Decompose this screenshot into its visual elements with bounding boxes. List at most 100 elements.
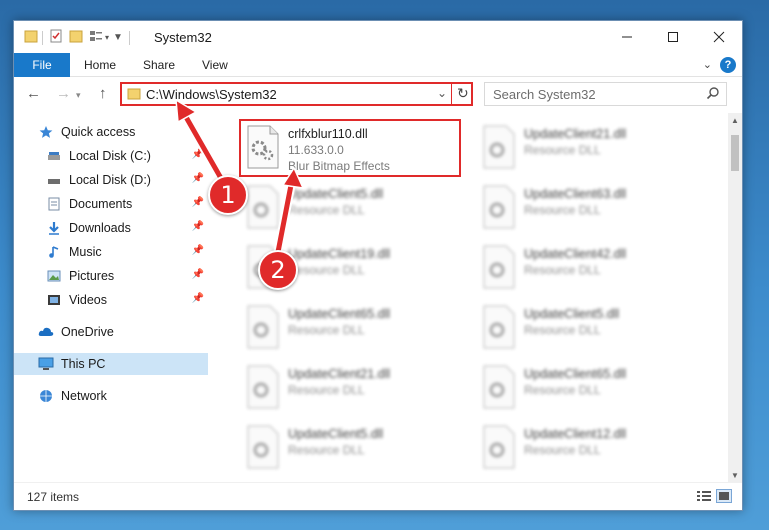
file-type: Resource DLL <box>524 383 601 397</box>
file-item[interactable]: UpdateClient5.dll Resource DLL <box>474 299 702 359</box>
documents-icon <box>46 197 62 211</box>
view-options-icon[interactable] <box>89 29 103 46</box>
file-name: UpdateClient12.dll <box>524 427 627 441</box>
file-name: UpdateClient21.dll <box>524 127 627 141</box>
address-path: C:\Windows\System32 <box>146 87 277 102</box>
pin-icon[interactable]: 📌 <box>192 221 204 232</box>
file-name: UpdateClient19.dll <box>288 247 391 261</box>
dll-file-icon <box>482 185 516 229</box>
file-item[interactable]: UpdateClient5.dll Resource DLL <box>238 179 466 239</box>
sidebar-item-this-pc[interactable]: This PC <box>14 353 208 375</box>
status-bar: 127 items <box>14 482 742 510</box>
drive-icon <box>46 149 62 163</box>
file-item[interactable]: UpdateClient5.dll Resource DLL <box>238 419 466 479</box>
dropdown-icon[interactable]: ▾ <box>105 33 109 42</box>
file-name: UpdateClient65.dll <box>524 367 627 381</box>
title-bar: ▾ ▼ System32 <box>14 21 742 53</box>
dll-file-icon <box>482 125 516 169</box>
expand-ribbon-icon[interactable]: ⌄ <box>703 58 712 71</box>
file-item[interactable]: UpdateClient42.dll Resource DLL <box>474 239 702 299</box>
folder-icon[interactable] <box>24 29 38 46</box>
tab-home[interactable]: Home <box>84 53 116 77</box>
dll-file-icon <box>246 425 280 469</box>
up-button[interactable]: ↑ <box>99 85 107 102</box>
pictures-icon <box>46 269 62 283</box>
window-title: System32 <box>154 30 212 45</box>
file-name: UpdateClient5.dll <box>288 187 384 201</box>
sidebar-item-downloads[interactable]: Downloads 📌 <box>46 217 208 239</box>
file-item[interactable]: UpdateClient65.dll Resource DLL <box>474 359 702 419</box>
navigation-bar: ← → ▾ ↑ C:\Windows\System32 ⌄ ↻ Search S… <box>14 77 742 113</box>
folder-icon <box>127 87 141 104</box>
item-count: 127 items <box>27 490 80 504</box>
file-name: UpdateClient42.dll <box>524 247 627 261</box>
sidebar-item-local-disk-c[interactable]: Local Disk (C:) 📌 <box>46 145 208 167</box>
tab-file[interactable]: File <box>14 53 70 77</box>
network-icon <box>38 389 54 403</box>
tab-share[interactable]: Share <box>143 53 175 77</box>
refresh-icon[interactable]: ↻ <box>457 85 469 102</box>
file-name: UpdateClient63.dll <box>524 187 627 201</box>
file-name: UpdateClient21.dll <box>288 367 391 381</box>
dll-file-icon <box>246 365 280 409</box>
file-type: Resource DLL <box>288 263 365 277</box>
star-icon <box>38 125 54 139</box>
file-item[interactable]: UpdateClient21.dll Resource DLL <box>474 119 702 179</box>
navigation-pane: Quick access Local Disk (C:) 📌 Local Dis… <box>14 113 210 483</box>
address-bar[interactable]: C:\Windows\System32 ⌄ ↻ <box>120 82 473 106</box>
pin-icon[interactable]: 📌 <box>192 197 204 208</box>
tab-view[interactable]: View <box>202 53 228 77</box>
pin-icon[interactable]: 📌 <box>192 173 204 184</box>
pin-icon[interactable]: 📌 <box>192 269 204 280</box>
file-name: UpdateClient5.dll <box>288 427 384 441</box>
downloads-icon <box>46 221 62 235</box>
large-icons-view-icon[interactable] <box>716 489 732 503</box>
file-item[interactable]: UpdateClient12.dll Resource DLL <box>474 419 702 479</box>
sidebar-item-documents[interactable]: Documents 📌 <box>46 193 208 215</box>
back-button[interactable]: ← <box>26 85 41 102</box>
selected-file-highlight <box>239 119 461 177</box>
help-button[interactable]: ? <box>720 57 736 73</box>
computer-icon <box>38 357 54 371</box>
file-type: Resource DLL <box>288 443 365 457</box>
chevron-down-icon[interactable]: ⌄ <box>437 86 447 100</box>
sidebar-item-pictures[interactable]: Pictures 📌 <box>46 265 208 287</box>
scrollbar-thumb[interactable] <box>731 135 739 171</box>
sidebar-item-quick-access[interactable]: Quick access <box>38 121 208 143</box>
dll-file-icon <box>482 365 516 409</box>
drive-icon <box>46 173 62 187</box>
file-name: UpdateClient5.dll <box>524 307 620 321</box>
file-item[interactable]: UpdateClient65.dll Resource DLL <box>238 299 466 359</box>
file-item[interactable]: UpdateClient21.dll Resource DLL <box>238 359 466 419</box>
sidebar-item-music[interactable]: Music 📌 <box>46 241 208 263</box>
scroll-up-icon[interactable]: ▲ <box>731 116 739 125</box>
sidebar-item-onedrive[interactable]: OneDrive <box>38 321 208 343</box>
maximize-button[interactable] <box>650 21 696 53</box>
search-placeholder: Search System32 <box>493 87 596 102</box>
forward-button[interactable]: → <box>56 85 71 102</box>
properties-icon[interactable] <box>49 29 63 46</box>
pin-icon[interactable]: 📌 <box>192 245 204 256</box>
quick-access-toolbar: ▾ ▼ <box>24 29 130 46</box>
file-explorer-window: ▾ ▼ System32 File Home Share View ⌄ ? ← … <box>13 20 743 511</box>
details-view-icon[interactable] <box>696 489 712 503</box>
close-button[interactable] <box>696 21 742 53</box>
customize-toolbar-icon[interactable]: ▼ <box>113 32 123 43</box>
minimize-button[interactable] <box>604 21 650 53</box>
vertical-scrollbar[interactable]: ▲ ▼ <box>728 113 742 483</box>
sidebar-item-network[interactable]: Network <box>38 385 208 407</box>
file-type: Resource DLL <box>524 203 601 217</box>
pin-icon[interactable]: 📌 <box>192 149 204 160</box>
search-icon[interactable] <box>706 86 720 103</box>
sidebar-item-videos[interactable]: Videos 📌 <box>46 289 208 311</box>
dll-file-icon <box>482 305 516 349</box>
file-item[interactable]: UpdateClient63.dll Resource DLL <box>474 179 702 239</box>
callout-step-2: 2 <box>258 250 298 290</box>
scroll-down-icon[interactable]: ▼ <box>731 471 739 480</box>
sidebar-item-local-disk-d[interactable]: Local Disk (D:) 📌 <box>46 169 208 191</box>
pin-icon[interactable]: 📌 <box>192 293 204 304</box>
recent-locations-icon[interactable]: ▾ <box>76 90 81 101</box>
ribbon: File Home Share View ⌄ ? <box>14 53 742 77</box>
search-input[interactable]: Search System32 <box>484 82 727 106</box>
new-folder-icon[interactable] <box>69 29 83 46</box>
